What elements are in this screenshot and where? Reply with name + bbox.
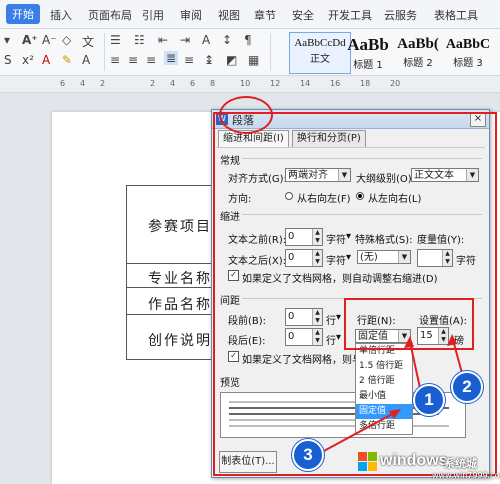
step-badge-2: 2 <box>451 371 483 403</box>
arrow-1 <box>409 341 421 389</box>
watermark-caption: 系统城 <box>444 457 477 470</box>
watermark-site: www.win7999.com <box>432 471 500 480</box>
arrowhead-2 <box>447 334 457 346</box>
arrowhead-1 <box>404 336 414 348</box>
arrow-2 <box>452 339 463 374</box>
windows-logo-icon <box>358 452 377 471</box>
step-badge-1: 1 <box>413 384 445 416</box>
watermark-brand: windows <box>380 452 448 469</box>
watermark-logo: windows 系统城 www.win7999.com <box>352 446 500 484</box>
step-badge-3: 3 <box>292 439 324 471</box>
